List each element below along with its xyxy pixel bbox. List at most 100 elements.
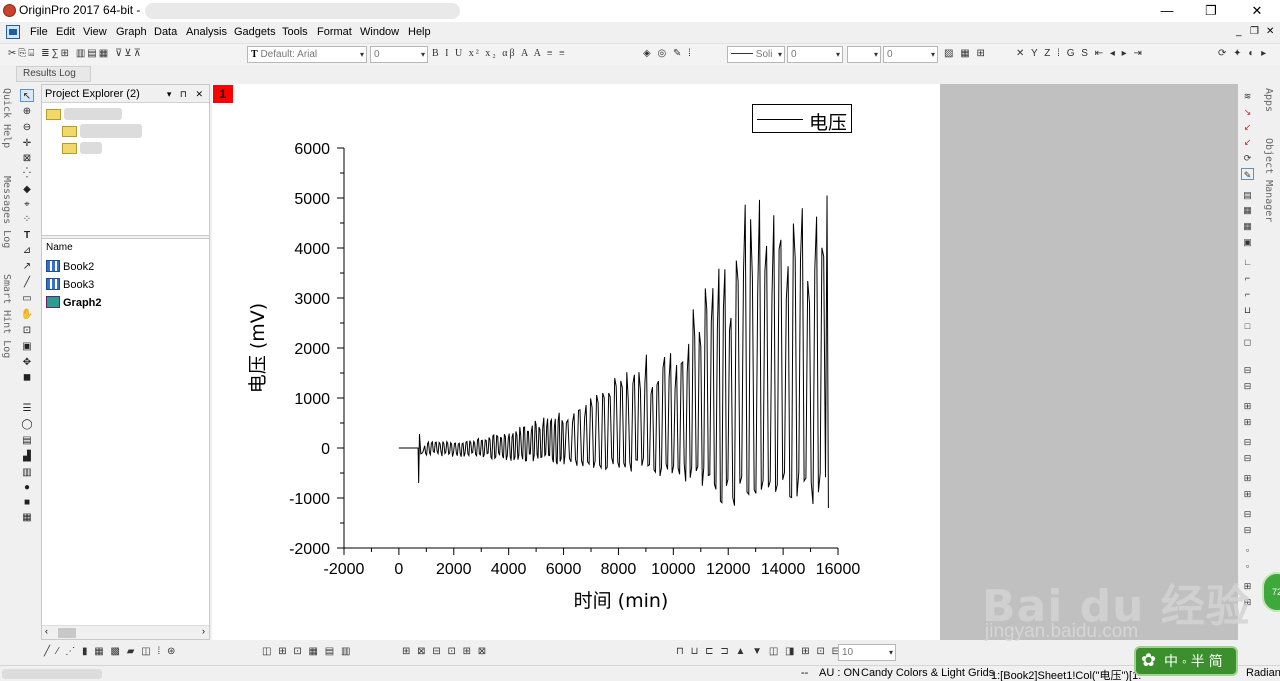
font-size-combo[interactable]: 0 ▾ xyxy=(370,46,428,63)
data-selector-icon[interactable]: ⌖ xyxy=(20,198,34,211)
folder-icon[interactable] xyxy=(62,126,77,137)
list-icon[interactable]: ☰ xyxy=(20,402,34,415)
axis-frame-icon[interactable]: ⌐ xyxy=(1241,272,1254,284)
plot-icon[interactable]: ≋ xyxy=(1241,90,1254,102)
menu-window[interactable]: Window xyxy=(360,26,399,38)
font-combo[interactable]: T Default: Arial ▾ xyxy=(247,46,367,63)
align-icon[interactable]: ⊟ xyxy=(1241,364,1254,376)
name-column-header[interactable]: Name xyxy=(46,242,73,253)
menu-data[interactable]: Data xyxy=(154,26,177,38)
menu-gadgets[interactable]: Gadgets xyxy=(234,26,276,38)
list-item[interactable]: Book2 xyxy=(46,259,94,275)
smart-hint-log-tab[interactable]: Smart Hint Log xyxy=(1,274,12,358)
merge-icon[interactable]: ▣ xyxy=(1241,236,1254,248)
image-icon[interactable]: ▣ xyxy=(20,340,34,353)
axis-icons[interactable]: ✕ Y Z ⁞ G S ⇤ ◂ ▸ ⇥ xyxy=(1016,48,1144,59)
menu-view[interactable]: View xyxy=(83,26,107,38)
menu-help[interactable]: Help xyxy=(408,26,431,38)
mdi-minimize-button[interactable]: _ xyxy=(1236,26,1242,37)
align-icon[interactable]: ⊞ xyxy=(1241,400,1254,412)
align-icon[interactable]: ⊞ xyxy=(1241,472,1254,484)
rectangle-tool-icon[interactable]: ▭ xyxy=(20,292,34,305)
axis-box-icon[interactable]: ⊔ xyxy=(1241,304,1254,316)
axis-l-icon[interactable]: ∟ xyxy=(1241,256,1254,268)
results-log-tab[interactable]: Results Log xyxy=(16,66,91,82)
menu-edit[interactable]: Edit xyxy=(56,26,75,38)
zoom-in-icon[interactable]: ⊕ xyxy=(20,105,34,118)
grid-icons[interactable]: ▨ ▦ ⊞ xyxy=(944,48,987,59)
menu-tools[interactable]: Tools xyxy=(282,26,308,38)
align-icon[interactable]: ⊟ xyxy=(1241,452,1254,464)
mdi-restore-button[interactable]: ❐ xyxy=(1250,26,1259,37)
table-icon[interactable]: ▦ xyxy=(20,511,34,524)
mdi-close-button[interactable]: ✕ xyxy=(1266,26,1274,37)
object-toolbar-icons[interactable]: ⊓ ⊔ ⊏ ⊐ ▲ ▼ ◫ ◨ ⊞ ⊡ ⊟ ⊠ xyxy=(676,646,857,657)
rescale-y-icon[interactable]: ↙ xyxy=(1241,136,1254,148)
messages-log-tab[interactable]: Messages Log xyxy=(1,176,12,248)
menu-file[interactable]: File xyxy=(30,26,48,38)
graph-page[interactable]: 1 -2000 0 2000 4000 6000 8000 10000 12000 14000 1… xyxy=(212,84,940,640)
chart-legend[interactable]: 电压 xyxy=(752,104,852,134)
color-map-icon[interactable]: ● xyxy=(20,481,34,494)
folder-icon[interactable] xyxy=(46,109,61,120)
color-fill-icons[interactable]: ◈ ◎ ✎ ⁞ xyxy=(643,48,693,59)
text-tool-icon[interactable]: T xyxy=(20,229,34,242)
close-button[interactable]: ✕ xyxy=(1242,2,1272,20)
zoom-combo[interactable]: 10 ▾ xyxy=(838,644,896,661)
hand-icon[interactable]: ✋ xyxy=(20,308,34,321)
axis-box-icon[interactable]: □ xyxy=(1241,320,1254,332)
panel-buttons[interactable]: ▾ ⊓ ✕ xyxy=(167,85,206,103)
chart-icon[interactable]: ▟ xyxy=(20,450,34,463)
column-icon[interactable]: ▥ xyxy=(20,466,34,479)
align-icon[interactable]: ⊟ xyxy=(1241,508,1254,520)
graph-toolbar-icons[interactable]: ◫ ⊞ ⊡ ▦ ▤ ▥ xyxy=(262,646,352,657)
align-icon[interactable]: ⊞ xyxy=(1241,488,1254,500)
extra-icons[interactable]: ⟳ ✦ ◐ ▸ xyxy=(1218,48,1268,59)
menu-analysis[interactable]: Analysis xyxy=(186,26,227,38)
apps-tab[interactable]: Apps xyxy=(1263,88,1274,112)
pointer-icon[interactable]: ↖ xyxy=(20,89,34,102)
axis-box-icon[interactable]: ◻ xyxy=(1241,336,1254,348)
refresh-icon[interactable]: ⟳ xyxy=(1241,152,1254,164)
minimize-button[interactable]: — xyxy=(1152,2,1182,20)
grid-layout-icon[interactable]: ▦ xyxy=(1241,204,1254,216)
menu-format[interactable]: Format xyxy=(317,26,352,38)
standard-toolbar-icons[interactable]: ✂⎘⌸ ≣∑⊞ ▥▤▦ ⊽⊻⊼ xyxy=(8,48,143,59)
scroll-left-icon[interactable]: ‹ xyxy=(45,626,48,636)
line-width-combo[interactable]: 0 ▾ xyxy=(787,46,843,63)
layer-icon[interactable]: ▤ xyxy=(20,434,34,447)
plot-type-icons[interactable]: ╱ ⁄ ⋰ ▮ ▦ ▩ ▰ ◫ ⁞ ⊛ xyxy=(44,646,177,657)
rescale-x-icon[interactable]: ↙ xyxy=(1241,121,1254,133)
eraser-icon[interactable]: ◼ xyxy=(20,371,34,384)
color-combo[interactable]: ▾ xyxy=(847,46,881,63)
object-manager-tab[interactable]: Object Manager xyxy=(1263,138,1274,222)
circle-icon[interactable]: ◯ xyxy=(20,418,34,431)
workspace-menu-icon[interactable] xyxy=(6,25,20,39)
align-icon[interactable]: ▫ xyxy=(1241,544,1254,556)
menu-graph[interactable]: Graph xyxy=(116,26,147,38)
pattern-combo[interactable]: 0 ▾ xyxy=(883,46,938,63)
pan-icon[interactable]: ✥ xyxy=(20,356,34,369)
align-icon[interactable]: ⊟ xyxy=(1241,436,1254,448)
align-icon[interactable]: ⊞ xyxy=(1241,416,1254,428)
panel-splitter[interactable] xyxy=(42,235,209,239)
data-reader-icon[interactable]: ◆ xyxy=(20,183,34,196)
edit-toolbar-icons[interactable]: ⊞ ⊠ ⊟ ⊡ ⊞ ⊠ xyxy=(402,646,488,657)
horizontal-scrollbar[interactable]: ‹ › xyxy=(42,625,209,639)
zoom-out-icon[interactable]: ⊖ xyxy=(20,121,34,134)
line-style-combo[interactable]: Soli ▾ xyxy=(727,46,785,63)
list-item[interactable]: Book3 xyxy=(46,277,94,293)
scrollbar-thumb[interactable] xyxy=(58,628,76,638)
scale-icon[interactable]: ⊠ xyxy=(20,152,34,165)
annotation-icon[interactable]: ⊿ xyxy=(20,244,34,257)
axis-frame-icon[interactable]: ⌐ xyxy=(1241,288,1254,300)
quick-help-tab[interactable]: Quick Help xyxy=(1,88,12,148)
floating-circle[interactable]: 72 xyxy=(1262,572,1280,612)
restore-button[interactable]: ❐ xyxy=(1196,2,1226,20)
grid-layout-icon[interactable]: ▦ xyxy=(1241,220,1254,232)
voltage-line-chart[interactable]: -2000 0 2000 4000 6000 8000 10000 12000 14000 160… xyxy=(212,84,940,640)
folder-icon[interactable] xyxy=(62,143,77,154)
scroll-right-icon[interactable]: › xyxy=(202,626,205,636)
line-tool-icon[interactable]: ╱ xyxy=(20,276,34,289)
rescale-icon[interactable]: ↘ xyxy=(1241,106,1254,118)
